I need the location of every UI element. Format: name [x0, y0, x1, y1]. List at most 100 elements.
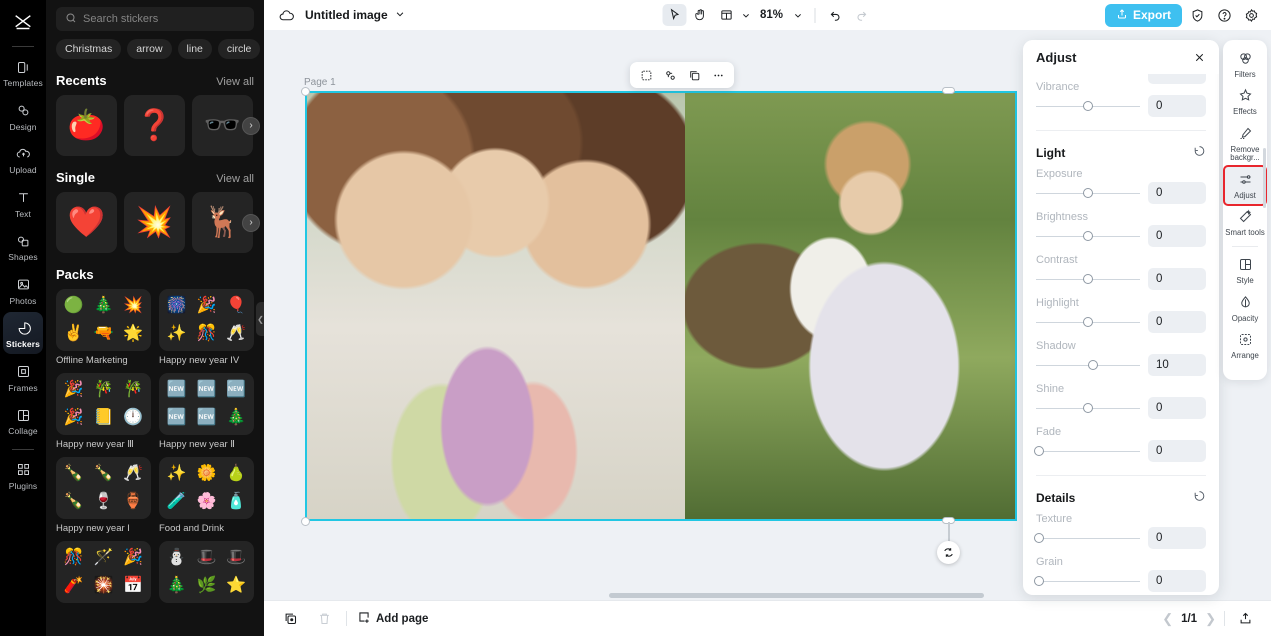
adjust-value-input[interactable]: 0: [1148, 397, 1206, 419]
sticker-pack[interactable]: 🎊 🪄 🎉 🧨 🎇 📅: [56, 541, 151, 607]
single-view-all[interactable]: View all: [216, 173, 254, 185]
search-input[interactable]: Search stickers: [56, 7, 254, 31]
adjust-value-input[interactable]: 0: [1148, 95, 1206, 117]
export-button[interactable]: Export: [1104, 3, 1182, 27]
sidebar-item-text[interactable]: Text: [3, 182, 43, 224]
sticker-pack[interactable]: ⛄ 🎩 🎩 🎄 🌿 ⭐: [159, 541, 254, 607]
cutout-icon[interactable]: [659, 65, 681, 86]
recents-view-all[interactable]: View all: [216, 76, 254, 88]
duplicate-icon[interactable]: [683, 65, 705, 86]
adjust-value-input[interactable]: 0: [1148, 570, 1206, 592]
sticker-item[interactable]: ❓: [124, 95, 185, 156]
layout-chevron-down-icon[interactable]: [740, 11, 754, 20]
adjust-value-input[interactable]: 0: [1148, 440, 1206, 462]
panel-collapse-handle[interactable]: ❮: [256, 302, 264, 336]
resize-handle-bottom-left[interactable]: [300, 516, 310, 526]
tool-opacity[interactable]: Opacity: [1225, 290, 1265, 327]
close-icon[interactable]: [1193, 51, 1206, 64]
adjust-slider[interactable]: [1036, 272, 1140, 286]
resize-handle-top-left[interactable]: [300, 86, 310, 96]
sidebar-item-design[interactable]: Design: [3, 95, 43, 137]
adjust-slider[interactable]: [1034, 444, 1140, 458]
adjust-slider[interactable]: [1036, 229, 1140, 243]
slider-knob[interactable]: [1083, 403, 1093, 413]
reset-icon[interactable]: [1193, 145, 1206, 161]
slider-knob[interactable]: [1083, 317, 1093, 327]
sticker-pack[interactable]: 🎆 🎉 🎈 ✨ 🎊 🥂 Happy new year IV: [159, 289, 254, 366]
sidebar-item-plugins[interactable]: Plugins: [3, 454, 43, 496]
slider-knob[interactable]: [1083, 274, 1093, 284]
tool-adjust[interactable]: Adjust: [1223, 164, 1267, 207]
zoom-level[interactable]: 81%: [756, 9, 787, 21]
photo-right[interactable]: [685, 91, 1017, 521]
slider-knob[interactable]: [1088, 360, 1099, 370]
tag-arrow[interactable]: arrow: [127, 39, 172, 59]
tag-circle[interactable]: circle: [217, 39, 261, 59]
resize-handle-top-middle[interactable]: [942, 87, 955, 94]
tool-filters[interactable]: Filters: [1225, 46, 1265, 83]
export-image-icon[interactable]: [1233, 607, 1257, 631]
sidebar-item-stickers[interactable]: Stickers: [3, 312, 43, 354]
tool-smart-tools[interactable]: Smart tools: [1225, 204, 1265, 241]
reset-icon[interactable]: [1193, 490, 1206, 506]
cloud-sync-icon[interactable]: [278, 7, 295, 24]
slider-knob[interactable]: [1034, 533, 1045, 543]
adjust-slider[interactable]: [1036, 358, 1140, 372]
help-circle-icon[interactable]: [1212, 3, 1236, 27]
single-next-button[interactable]: ›: [242, 213, 260, 232]
sidebar-item-templates[interactable]: Templates: [3, 51, 43, 93]
sidebar-item-frames[interactable]: Frames: [3, 356, 43, 398]
toolrail-scrollbar[interactable]: [1263, 148, 1266, 208]
adjust-value-input[interactable]: 0: [1148, 225, 1206, 247]
sidebar-item-collage[interactable]: Collage: [3, 399, 43, 441]
slider-knob[interactable]: [1083, 101, 1093, 111]
sticker-pack[interactable]: 🆕 🆕 🆕 🆕 🆕 🎄 Happy new year Ⅱ: [159, 373, 254, 450]
adjust-value-input[interactable]: 10: [1148, 354, 1206, 376]
add-page-button[interactable]: Add page: [357, 610, 428, 627]
recents-next-button[interactable]: ›: [242, 116, 260, 135]
redo-button[interactable]: [849, 4, 873, 26]
sticker-pack[interactable]: 🟢 🎄 💥 ✌️ 🔫 🌟 Offline Marketing: [56, 289, 151, 366]
document-title[interactable]: Untitled image: [305, 8, 405, 22]
sticker-pack[interactable]: 🎉 🎋 🎋 🎉 📒 🕛 Happy new year Ⅲ: [56, 373, 151, 450]
photo-left[interactable]: [305, 91, 685, 521]
adjust-slider[interactable]: [1036, 186, 1140, 200]
crop-icon[interactable]: [635, 65, 657, 86]
adjust-value-input[interactable]: 0: [1148, 268, 1206, 290]
sticker-item[interactable]: 💥: [124, 192, 185, 253]
adjust-slider[interactable]: [1034, 531, 1140, 545]
slider-knob[interactable]: [1034, 576, 1045, 586]
prev-page-button[interactable]: ❮: [1162, 611, 1173, 627]
sidebar-item-photos[interactable]: Photos: [3, 269, 43, 311]
adjust-slider[interactable]: [1034, 574, 1140, 588]
tag-line[interactable]: line: [177, 39, 212, 59]
sticker-item[interactable]: ❤️: [56, 192, 117, 253]
tool-remove-background[interactable]: Remove backgr...: [1225, 121, 1265, 167]
capcut-logo-icon[interactable]: [0, 6, 46, 40]
slider-knob[interactable]: [1034, 446, 1045, 456]
adjust-slider[interactable]: [1036, 315, 1140, 329]
undo-button[interactable]: [823, 4, 847, 26]
sticker-pack[interactable]: ✨ 🌼 🍐 🧪 🌸 🧴 Food and Drink: [159, 457, 254, 534]
sticker-pack[interactable]: 🍾 🍾 🥂 🍾 🍷 🏺 Happy new year I: [56, 457, 151, 534]
sticker-item[interactable]: 🍅: [56, 95, 117, 156]
settings-gear-icon[interactable]: [1239, 3, 1263, 27]
duplicate-page-icon[interactable]: [278, 607, 302, 631]
shield-check-icon[interactable]: [1185, 3, 1209, 27]
tool-effects[interactable]: Effects: [1225, 83, 1265, 120]
adjust-value-input[interactable]: 0: [1148, 311, 1206, 333]
slider-knob[interactable]: [1083, 231, 1093, 241]
slider-knob[interactable]: [1083, 188, 1093, 198]
adjust-panel-body[interactable]: Vibrance 0 Light Exposure 0 Brightness 0 Contra…: [1023, 74, 1219, 595]
hand-tool-button[interactable]: [688, 4, 712, 26]
tool-arrange[interactable]: Arrange: [1225, 327, 1265, 364]
more-options-icon[interactable]: [707, 65, 729, 86]
zoom-chevron-down-icon[interactable]: [789, 11, 806, 20]
select-tool-button[interactable]: [661, 4, 686, 26]
adjust-value-input[interactable]: 0: [1148, 527, 1206, 549]
adjust-slider[interactable]: [1036, 99, 1140, 113]
adjust-value-input[interactable]: 0: [1148, 182, 1206, 204]
tag-christmas[interactable]: Christmas: [56, 39, 122, 59]
sidebar-item-upload[interactable]: Upload: [3, 138, 43, 180]
clipped-value-box[interactable]: [1148, 74, 1206, 84]
